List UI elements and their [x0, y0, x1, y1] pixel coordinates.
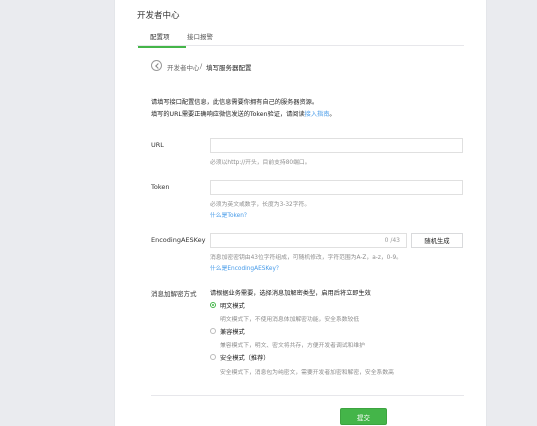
aes-input[interactable]: 0 /43: [210, 233, 407, 248]
url-hint: 必须以http://开头，目前支持80端口。: [210, 160, 311, 166]
encryption-description: 请根据业务需要，选择消息加解密类型，启用后将立即生效: [210, 290, 371, 297]
back-circle-icon[interactable]: [151, 60, 162, 71]
token-label: Token: [151, 183, 170, 191]
submit-button[interactable]: 提交: [340, 408, 387, 425]
radio-secure-label[interactable]: 安全模式（推荐）: [220, 353, 270, 362]
aes-char-counter: 0 /43: [384, 237, 400, 244]
radio-plaintext[interactable]: [210, 302, 216, 308]
what-is-token-link[interactable]: 什么是Token？: [210, 210, 250, 219]
aes-label: EncodingAESKey: [151, 236, 206, 244]
radio-secure-desc: 安全模式下，消息包为纯密文，需要开发者加密和解密，安全系数高: [220, 370, 394, 376]
intro-line-2-text: 填写的URL需要正确响应微信发送的Token验证，请阅读: [151, 111, 305, 118]
token-input[interactable]: [210, 180, 463, 195]
random-generate-button[interactable]: 随机生成: [411, 233, 463, 248]
breadcrumb-current: 填写服务器配置: [206, 64, 252, 72]
tab-interface-alert[interactable]: 接口报警: [187, 31, 213, 41]
radio-compatible-label[interactable]: 兼容模式: [220, 327, 245, 336]
tab-bar: 配置项 接口报警: [137, 27, 464, 48]
access-guide-link[interactable]: 接入指南: [305, 111, 330, 118]
breadcrumb-separator: /: [200, 62, 203, 70]
tab-config[interactable]: 配置项: [138, 31, 186, 48]
token-hint: 必须为英文或数字，长度为3-32字符。: [210, 202, 311, 208]
form-divider: [151, 395, 464, 396]
url-label: URL: [151, 141, 164, 149]
intro-line-2: 填写的URL需要正确响应微信发送的Token验证，请阅读接入指南。: [151, 109, 336, 118]
intro-line-2-suffix: 。: [329, 111, 336, 118]
breadcrumb-parent[interactable]: 开发者中心: [167, 62, 200, 72]
aes-hint: 消息加密密钥由43位字符组成，可随机修改，字符范围为A-Z，a-z，0-9。: [210, 255, 402, 261]
what-is-aes-link[interactable]: 什么是EncodingAESKey？: [210, 263, 282, 272]
config-panel: 开发者中心 配置项 接口报警 开发者中心 / 填写服务器配置 请填写接口配置信息…: [114, 0, 487, 426]
encryption-label: 消息加解密方式: [151, 290, 197, 298]
intro-line-1: 请填写接口配置信息，此信息需要你拥有自己的服务器资源。: [151, 99, 319, 106]
radio-plaintext-label[interactable]: 明文模式: [220, 301, 245, 310]
radio-secure[interactable]: [210, 354, 216, 360]
radio-compatible-desc: 兼容模式下，明文、密文将共存，方便开发者调试和维护: [220, 343, 365, 349]
radio-compatible[interactable]: [210, 328, 216, 334]
page-title: 开发者中心: [137, 11, 180, 21]
url-input[interactable]: [210, 138, 463, 153]
radio-plaintext-desc: 明文模式下，不使用消息体加解密功能，安全系数较低: [220, 317, 360, 323]
